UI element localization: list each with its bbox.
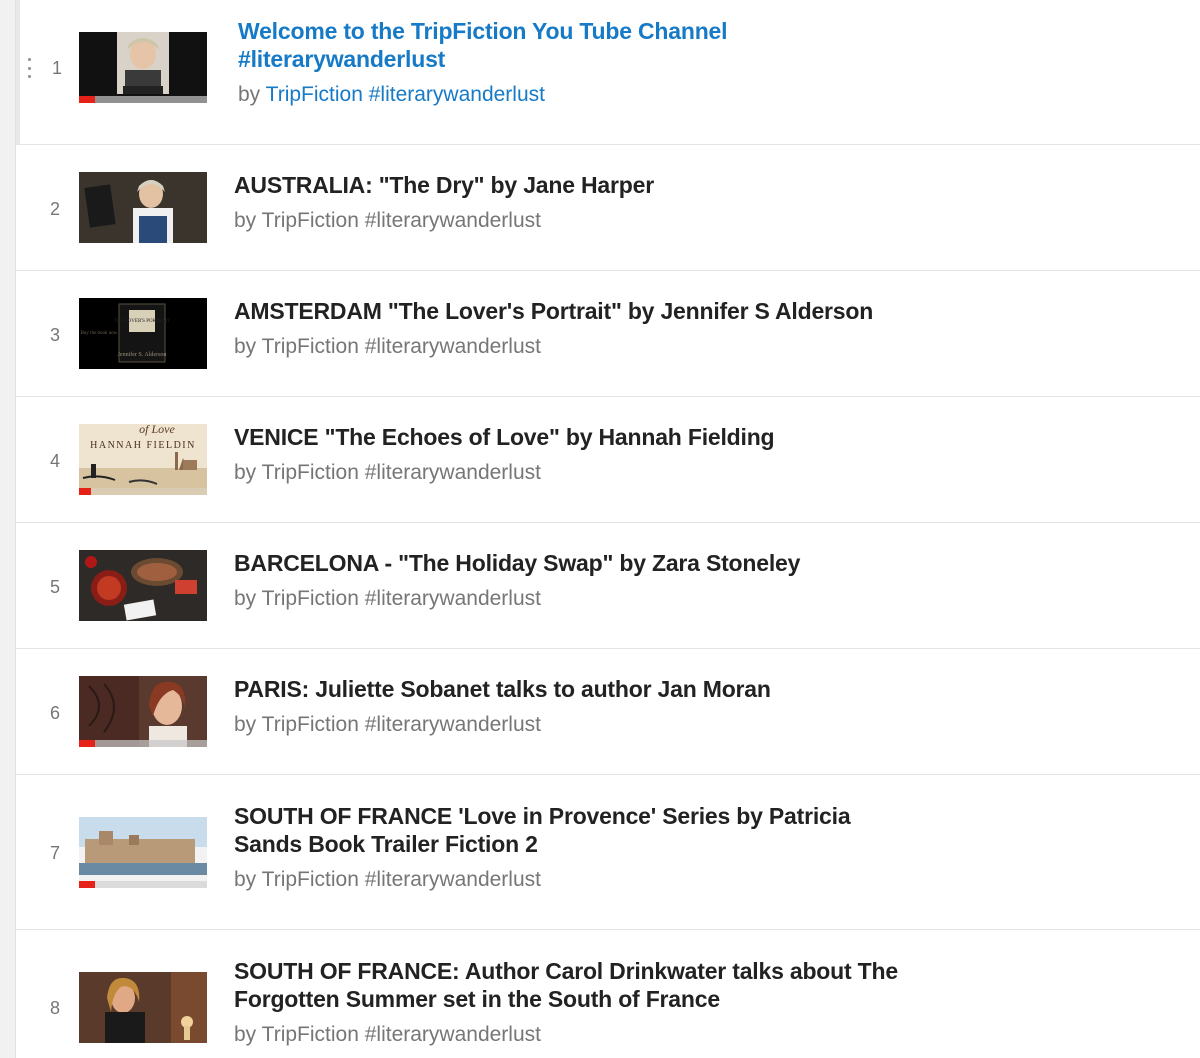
item-index: 3 bbox=[49, 325, 60, 345]
channel-link[interactable]: TripFiction #literarywanderlust bbox=[262, 1023, 541, 1046]
playlist-item[interactable]: 5 BARCELONA - "The Holiday Swap" by Zara… bbox=[16, 523, 1200, 649]
video-owner: by TripFiction #literarywanderlust bbox=[234, 208, 541, 234]
channel-link[interactable]: TripFiction #literarywanderlust bbox=[262, 587, 541, 610]
video-thumbnail[interactable] bbox=[79, 817, 207, 888]
channel-link[interactable]: TripFiction #literarywanderlust bbox=[262, 713, 541, 736]
video-owner: by TripFiction #literarywanderlust bbox=[234, 334, 541, 360]
video-owner: by TripFiction #literarywanderlust bbox=[234, 712, 541, 738]
by-label: by bbox=[234, 1023, 257, 1046]
video-thumbnail[interactable]: of Love HANNAH FIELDIN bbox=[79, 424, 207, 495]
item-index: 4 bbox=[49, 451, 60, 471]
video-title[interactable]: Welcome to the TripFiction You Tube Chan… bbox=[238, 17, 918, 73]
venice-cover-author: HANNAH FIELDIN bbox=[90, 440, 196, 451]
video-thumbnail[interactable] bbox=[79, 32, 207, 103]
video-thumbnail[interactable] bbox=[79, 676, 207, 747]
playlist-item[interactable]: 1 Welcome to the TripFiction You Tube Ch… bbox=[16, 0, 1200, 145]
channel-link[interactable]: TripFiction #literarywanderlust bbox=[262, 868, 541, 891]
playlist-item[interactable]: 3 Jennifer S. Alderson THE LOVER'S PORTR… bbox=[16, 271, 1200, 397]
by-label: by bbox=[234, 209, 257, 232]
channel-link[interactable]: TripFiction #literarywanderlust bbox=[262, 209, 541, 232]
video-owner: by TripFiction #literarywanderlust bbox=[238, 82, 545, 108]
by-label: by bbox=[234, 335, 257, 358]
channel-link[interactable]: TripFiction #literarywanderlust bbox=[262, 461, 541, 484]
video-owner: by TripFiction #literarywanderlust bbox=[234, 1022, 541, 1048]
by-label: by bbox=[234, 587, 257, 610]
item-index: 1 bbox=[51, 58, 62, 78]
video-thumbnail[interactable] bbox=[79, 972, 207, 1043]
playlist-item[interactable]: 2 AUSTRALIA: "The Dry" by Jane Harper by… bbox=[16, 145, 1200, 271]
video-title[interactable]: PARIS: Juliette Sobanet talks to author … bbox=[234, 675, 914, 703]
item-index: 6 bbox=[49, 703, 60, 723]
video-thumbnail[interactable] bbox=[79, 550, 207, 621]
playlist-item[interactable]: 4 of Love HANNAH FIELDIN VENICE "The Ech… bbox=[16, 397, 1200, 523]
video-title[interactable]: SOUTH OF FRANCE 'Love in Provence' Serie… bbox=[234, 802, 914, 858]
channel-link[interactable]: TripFiction #literarywanderlust bbox=[262, 335, 541, 358]
item-index: 2 bbox=[49, 199, 60, 219]
book-cover-title: THE LOVER'S PORTRAIT bbox=[114, 319, 171, 324]
by-label: by bbox=[234, 461, 257, 484]
drag-handle-icon[interactable] bbox=[26, 58, 32, 78]
item-index: 7 bbox=[49, 843, 60, 863]
video-title[interactable]: AUSTRALIA: "The Dry" by Jane Harper bbox=[234, 171, 914, 199]
video-thumbnail[interactable] bbox=[79, 172, 207, 243]
book-cover-author: Jennifer S. Alderson bbox=[118, 351, 167, 358]
playlist-panel: 1 Welcome to the TripFiction You Tube Ch… bbox=[15, 0, 1200, 1058]
video-title[interactable]: AMSTERDAM "The Lover's Portrait" by Jenn… bbox=[234, 297, 914, 325]
video-owner: by TripFiction #literarywanderlust bbox=[234, 586, 541, 612]
channel-link[interactable]: TripFiction #literarywanderlust bbox=[266, 83, 545, 106]
video-title[interactable]: BARCELONA - "The Holiday Swap" by Zara S… bbox=[234, 549, 914, 577]
item-index: 8 bbox=[49, 998, 60, 1018]
by-label: by bbox=[234, 713, 257, 736]
book-cover-side: Buy the book now bbox=[81, 331, 118, 336]
video-thumbnail[interactable]: Jennifer S. Alderson THE LOVER'S PORTRAI… bbox=[79, 298, 207, 369]
venice-cover-title: of Love bbox=[139, 424, 175, 436]
video-owner: by TripFiction #literarywanderlust bbox=[234, 460, 541, 486]
video-title[interactable]: SOUTH OF FRANCE: Author Carol Drinkwater… bbox=[234, 957, 914, 1013]
playlist-item[interactable]: 7 SOUTH OF FRANCE 'Love in Provence' Ser… bbox=[16, 775, 1200, 930]
playlist-item[interactable]: 8 SOUTH OF FRANCE: Author Carol Drinkwat… bbox=[16, 930, 1200, 1058]
video-owner: by TripFiction #literarywanderlust bbox=[234, 867, 541, 893]
playlist-item[interactable]: 6 PARIS: Juliette Sobanet talks to autho… bbox=[16, 649, 1200, 775]
by-label: by bbox=[238, 83, 261, 106]
by-label: by bbox=[234, 868, 257, 891]
item-index: 5 bbox=[49, 577, 60, 597]
video-title[interactable]: VENICE "The Echoes of Love" by Hannah Fi… bbox=[234, 423, 914, 451]
